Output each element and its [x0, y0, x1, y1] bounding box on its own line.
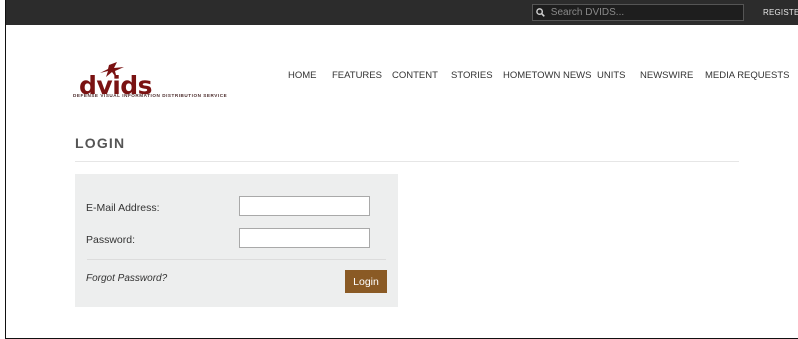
register-link[interactable]: REGISTER: [763, 8, 798, 17]
page-title: LOGIN: [75, 135, 126, 151]
login-button[interactable]: Login: [345, 270, 387, 293]
email-field[interactable]: [239, 196, 370, 216]
email-label: E-Mail Address:: [86, 202, 160, 214]
nav-item-media-requests[interactable]: MEDIA REQUESTS: [705, 70, 789, 81]
logo-tagline: DEFENSE VISUAL INFORMATION DISTRIBUTION …: [73, 93, 228, 98]
search-input[interactable]: [550, 6, 731, 18]
nav-item-hometown-news[interactable]: HOMETOWN NEWS: [503, 70, 592, 81]
top-utility-bar: REGISTER: [6, 0, 798, 25]
forgot-password-link[interactable]: Forgot Password?: [86, 273, 167, 284]
nav-item-units[interactable]: UNITS: [597, 70, 626, 81]
dvids-logo[interactable]: dvids DEFENSE VISUAL INFORMATION DISTRIB…: [73, 62, 263, 102]
nav-item-features[interactable]: FEATURES: [332, 70, 382, 81]
nav-item-content[interactable]: CONTENT: [392, 70, 438, 81]
search-box[interactable]: [532, 4, 744, 21]
nav-item-home[interactable]: HOME: [288, 70, 317, 81]
browser-viewport: REGISTER dvids DEFENSE VISUAL INFORMATIO…: [5, 0, 798, 339]
login-form-panel: E-Mail Address: Password: Forgot Passwor…: [75, 174, 398, 307]
nav-item-newswire[interactable]: NEWSWIRE: [640, 70, 693, 81]
form-divider: [87, 259, 386, 260]
password-label: Password:: [86, 234, 136, 246]
title-divider: [75, 161, 739, 162]
password-field[interactable]: [239, 228, 370, 248]
search-icon: [536, 8, 545, 17]
nav-item-stories[interactable]: STORIES: [451, 70, 493, 81]
